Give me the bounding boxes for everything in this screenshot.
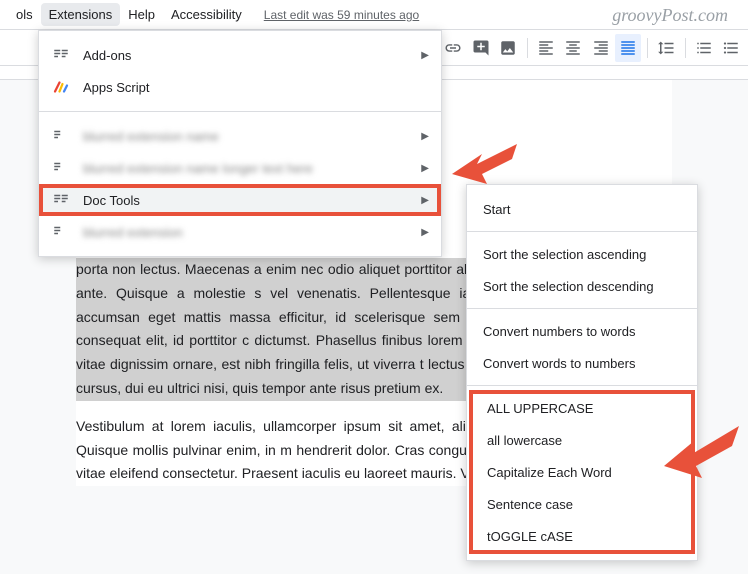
insert-link-button[interactable] bbox=[441, 34, 466, 62]
doc-tools-icon bbox=[51, 190, 71, 210]
comment-plus-icon bbox=[472, 39, 490, 57]
checklist-icon bbox=[695, 39, 713, 57]
separator bbox=[39, 111, 441, 112]
insert-image-button[interactable] bbox=[495, 34, 520, 62]
menu-apps-script[interactable]: Apps Script bbox=[39, 71, 441, 103]
addons-icon bbox=[51, 45, 71, 65]
menu-label: Doc Tools bbox=[83, 193, 421, 208]
menu-label-blurred: blurred extension name bbox=[83, 129, 421, 144]
case-options-highlight: ALL UPPERCASE all lowercase Capitalize E… bbox=[471, 392, 693, 552]
submenu-arrow-icon: ▶ bbox=[421, 131, 429, 142]
extension-icon bbox=[51, 158, 71, 178]
submenu-uppercase[interactable]: ALL UPPERCASE bbox=[471, 392, 693, 424]
line-spacing-icon bbox=[657, 39, 675, 57]
submenu-capitalize[interactable]: Capitalize Each Word bbox=[471, 456, 693, 488]
separator bbox=[467, 308, 697, 309]
align-justify-button[interactable] bbox=[615, 34, 640, 62]
submenu-arrow-icon: ▶ bbox=[421, 163, 429, 174]
submenu-arrow-icon: ▶ bbox=[421, 227, 429, 238]
line-spacing-button[interactable] bbox=[653, 34, 678, 62]
separator bbox=[527, 38, 528, 58]
menu-label-blurred: blurred extension name longer text here bbox=[83, 161, 421, 176]
menu-addons[interactable]: Add-ons ▶ bbox=[39, 39, 441, 71]
menu-extensions[interactable]: Extensions bbox=[41, 3, 121, 26]
bulleted-list-button[interactable] bbox=[719, 34, 744, 62]
submenu-sentence[interactable]: Sentence case bbox=[471, 488, 693, 520]
submenu-lowercase[interactable]: all lowercase bbox=[471, 424, 693, 456]
menu-ext-blur-3[interactable]: blurred extension ▶ bbox=[39, 216, 441, 248]
align-center-icon bbox=[564, 39, 582, 57]
separator bbox=[467, 385, 697, 386]
submenu-sort-desc[interactable]: Sort the selection descending bbox=[467, 270, 697, 302]
submenu-arrow-icon: ▶ bbox=[421, 195, 429, 206]
image-icon bbox=[499, 39, 517, 57]
menu-label: Add-ons bbox=[83, 48, 421, 63]
submenu-words-to-num[interactable]: Convert words to numbers bbox=[467, 347, 697, 379]
separator bbox=[467, 231, 697, 232]
menu-label-blurred: blurred extension bbox=[83, 225, 421, 240]
menu-help[interactable]: Help bbox=[120, 3, 163, 26]
align-justify-icon bbox=[619, 39, 637, 57]
menu-tools[interactable]: ols bbox=[8, 3, 41, 26]
doc-tools-submenu: Start Sort the selection ascending Sort … bbox=[466, 184, 698, 561]
submenu-num-to-words[interactable]: Convert numbers to words bbox=[467, 315, 697, 347]
last-edit-link[interactable]: Last edit was 59 minutes ago bbox=[264, 8, 419, 22]
bullet-list-icon bbox=[722, 39, 740, 57]
align-center-button[interactable] bbox=[561, 34, 586, 62]
menu-accessibility[interactable]: Accessibility bbox=[163, 3, 250, 26]
add-comment-button[interactable] bbox=[468, 34, 493, 62]
align-left-icon bbox=[537, 39, 555, 57]
menu-ext-blur-2[interactable]: blurred extension name longer text here … bbox=[39, 152, 441, 184]
extension-icon bbox=[51, 126, 71, 146]
separator bbox=[685, 38, 686, 58]
apps-script-icon bbox=[51, 77, 71, 97]
link-icon bbox=[444, 39, 462, 57]
menu-ext-blur-1[interactable]: blurred extension name ▶ bbox=[39, 120, 441, 152]
extensions-dropdown: Add-ons ▶ Apps Script blurred extension … bbox=[38, 30, 442, 257]
menu-label: Apps Script bbox=[83, 80, 429, 95]
watermark: groovyPost.com bbox=[612, 5, 728, 26]
extension-icon bbox=[51, 222, 71, 242]
menubar: ols Extensions Help Accessibility Last e… bbox=[0, 0, 748, 30]
submenu-start[interactable]: Start bbox=[467, 193, 697, 225]
separator bbox=[647, 38, 648, 58]
checklist-button[interactable] bbox=[692, 34, 717, 62]
align-right-button[interactable] bbox=[588, 34, 613, 62]
menu-doc-tools[interactable]: Doc Tools ▶ bbox=[39, 184, 441, 216]
align-right-icon bbox=[592, 39, 610, 57]
submenu-sort-asc[interactable]: Sort the selection ascending bbox=[467, 238, 697, 270]
align-left-button[interactable] bbox=[534, 34, 559, 62]
submenu-toggle[interactable]: tOGGLE cASE bbox=[471, 520, 693, 552]
submenu-arrow-icon: ▶ bbox=[421, 50, 429, 61]
